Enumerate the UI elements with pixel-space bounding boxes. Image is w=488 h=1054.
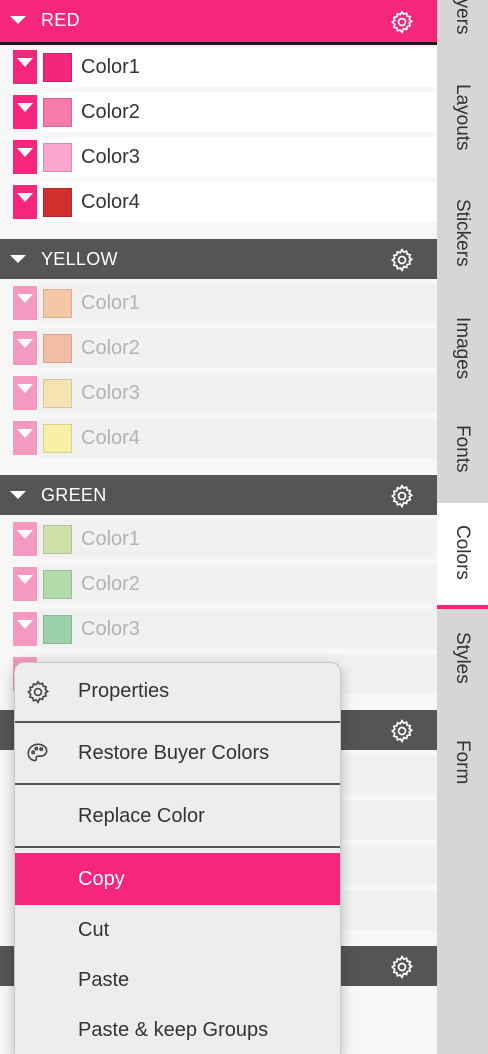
group-header-green[interactable]: GREEN [0, 475, 437, 515]
menu-item-label: Replace Color [78, 805, 205, 827]
tab-label: Fonts [452, 425, 473, 473]
collapse-caret-icon[interactable] [10, 16, 26, 24]
color-row[interactable]: Color2 [0, 564, 437, 604]
tab-label: Images [452, 317, 473, 380]
color-label: Color3 [81, 146, 140, 168]
color-row[interactable]: Color3 [0, 373, 437, 413]
color-swatch[interactable] [43, 570, 72, 599]
group-header-red[interactable]: RED [0, 0, 437, 45]
tab-label: Colors [452, 525, 473, 580]
color-swatch[interactable] [43, 525, 72, 554]
gear-icon[interactable] [389, 954, 415, 980]
menu-item-label: Paste & keep Groups [78, 1019, 269, 1041]
menu-separator [15, 783, 340, 785]
color-row[interactable]: Color2 [0, 92, 437, 132]
color-row[interactable]: Color3 [0, 609, 437, 649]
gear-icon[interactable] [389, 718, 415, 744]
tab-label: ayers [452, 0, 473, 35]
color-label: Color3 [81, 382, 140, 404]
tab-layouts[interactable]: Layouts [437, 84, 488, 174]
color-label: Color3 [81, 618, 140, 640]
palette-icon [27, 743, 48, 762]
row-dropdown-icon[interactable] [13, 612, 37, 646]
group-title: YELLOW [41, 249, 118, 269]
tab-colors[interactable]: Colors [437, 503, 488, 609]
color-label: Color2 [81, 101, 140, 123]
color-label: Color1 [81, 528, 140, 550]
tab-styles[interactable]: Styles [437, 632, 488, 702]
menu-separator [15, 721, 340, 723]
tab-images[interactable]: Images [437, 317, 488, 397]
color-row[interactable]: Color1 [0, 519, 437, 559]
color-row[interactable]: Color1 [0, 47, 437, 87]
color-label: Color1 [81, 56, 140, 78]
color-label: Color4 [81, 191, 140, 213]
menu-item-label: Paste [78, 969, 130, 991]
color-row[interactable]: Color1 [0, 283, 437, 323]
tab-stickers[interactable]: Stickers [437, 199, 488, 289]
menu-item-cut[interactable]: Cut [15, 904, 340, 956]
tab-label: Layouts [452, 84, 473, 151]
tab-label: Stickers [452, 199, 473, 267]
menu-item-label: Copy [78, 868, 125, 890]
collapse-caret-icon[interactable] [10, 491, 26, 499]
row-dropdown-icon[interactable] [13, 286, 37, 320]
context-menu: Properties Restore Buyer Colors Replace … [14, 662, 341, 1054]
tab-label: Form [452, 740, 473, 785]
gear-icon[interactable] [389, 483, 415, 509]
color-swatch[interactable] [43, 143, 72, 172]
row-dropdown-icon[interactable] [13, 567, 37, 601]
menu-item-replace-color[interactable]: Replace Color [15, 790, 340, 842]
gear-icon[interactable] [389, 9, 415, 35]
color-swatch[interactable] [43, 379, 72, 408]
tab-form[interactable]: Form [437, 740, 488, 800]
group-header-yellow[interactable]: YELLOW [0, 239, 437, 279]
row-dropdown-icon[interactable] [13, 376, 37, 410]
color-label: Color4 [81, 427, 140, 449]
gear-icon[interactable] [389, 247, 415, 273]
menu-item-label: Cut [78, 919, 110, 941]
tab-fonts[interactable]: Fonts [437, 425, 488, 485]
color-label: Color2 [81, 337, 140, 359]
color-swatch[interactable] [43, 188, 72, 217]
tab-label: Styles [452, 632, 473, 684]
color-swatch[interactable] [43, 424, 72, 453]
color-label: Color2 [81, 573, 140, 595]
side-tab-bar: ayers Layouts Stickers Images Fonts Colo… [437, 0, 488, 1054]
row-dropdown-icon[interactable] [13, 140, 37, 174]
menu-item-label: Properties [78, 680, 170, 702]
color-swatch[interactable] [43, 53, 72, 82]
color-row[interactable]: Color4 [0, 182, 437, 222]
tab-layers[interactable]: ayers [437, 0, 488, 58]
color-swatch[interactable] [43, 615, 72, 644]
row-dropdown-icon[interactable] [13, 185, 37, 219]
color-label: Color1 [81, 292, 140, 314]
menu-separator [15, 846, 340, 848]
group-title: GREEN [41, 485, 107, 505]
gear-icon [27, 680, 50, 704]
row-dropdown-icon[interactable] [13, 421, 37, 455]
row-dropdown-icon[interactable] [13, 522, 37, 556]
color-row[interactable]: Color2 [0, 328, 437, 368]
row-dropdown-icon[interactable] [13, 331, 37, 365]
menu-item-properties[interactable]: Properties [15, 665, 340, 717]
menu-item-paste[interactable]: Paste [15, 954, 340, 1006]
row-dropdown-icon[interactable] [13, 50, 37, 84]
color-swatch[interactable] [43, 98, 72, 127]
color-row[interactable]: Color3 [0, 137, 437, 177]
menu-item-paste-keep-groups[interactable]: Paste & keep Groups [15, 1004, 340, 1054]
color-row[interactable]: Color4 [0, 418, 437, 458]
row-dropdown-icon[interactable] [13, 95, 37, 129]
color-swatch[interactable] [43, 334, 72, 363]
menu-item-copy[interactable]: Copy [15, 853, 340, 905]
collapse-caret-icon[interactable] [10, 255, 26, 263]
group-title: RED [41, 10, 80, 30]
menu-item-label: Restore Buyer Colors [78, 742, 270, 764]
menu-item-restore-buyer-colors[interactable]: Restore Buyer Colors [15, 727, 340, 779]
color-swatch[interactable] [43, 289, 72, 318]
